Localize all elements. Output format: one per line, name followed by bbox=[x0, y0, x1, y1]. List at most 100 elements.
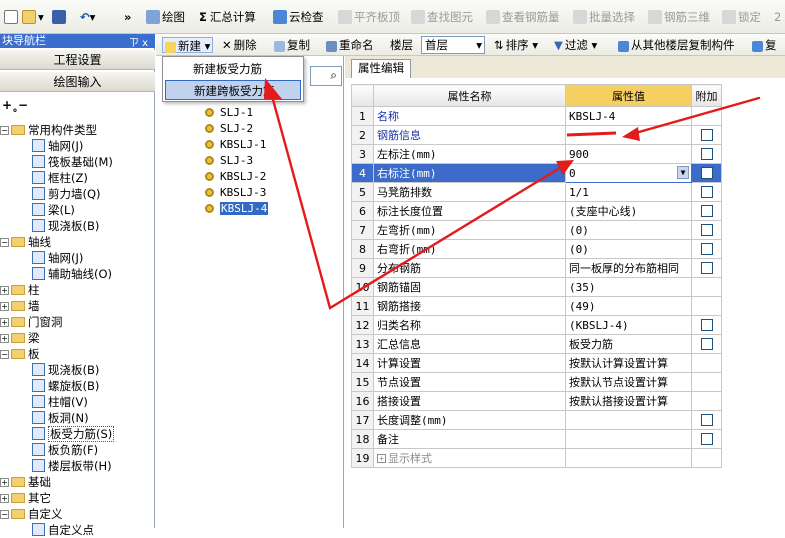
tree-item[interactable]: 现浇板(B) bbox=[32, 362, 99, 378]
property-row[interactable]: 10 钢筋锚固 (35) bbox=[351, 277, 722, 297]
draw-button[interactable]: 绘图 bbox=[146, 8, 185, 26]
copy-button[interactable]: 复制 bbox=[274, 37, 310, 53]
tree-folder[interactable]: + 其它 bbox=[0, 490, 51, 506]
menu-new-slab-rebar[interactable]: 新建板受力筋 bbox=[165, 59, 301, 79]
extra-checkbox[interactable] bbox=[700, 432, 713, 445]
view-rebar-button[interactable]: 查看钢筋量 bbox=[486, 8, 560, 26]
component-list-item[interactable]: SLJ-2 bbox=[205, 121, 253, 137]
expand-icon[interactable]: + bbox=[377, 454, 386, 463]
component-list-item[interactable]: KBSLJ-4 bbox=[205, 201, 269, 217]
tree-item[interactable]: 楼层板带(H) bbox=[32, 458, 112, 474]
property-value-cell[interactable]: 按默认计算设置计算 bbox=[565, 353, 692, 373]
extra-checkbox[interactable] bbox=[700, 337, 713, 350]
property-value-cell[interactable] bbox=[565, 429, 692, 449]
extra-checkbox[interactable] bbox=[700, 413, 713, 426]
extra-checkbox[interactable] bbox=[700, 223, 713, 236]
find-element-button[interactable]: 查找图元 bbox=[411, 8, 473, 26]
property-row[interactable]: 5 马凳筋排数 1/1 bbox=[351, 182, 722, 202]
tree-item[interactable]: 剪力墙(Q) bbox=[32, 186, 101, 202]
property-value-cell[interactable]: 按默认节点设置计算 bbox=[565, 372, 692, 392]
tree-folder[interactable]: + 柱 bbox=[0, 282, 40, 298]
tree-item[interactable]: 框柱(Z) bbox=[32, 170, 88, 186]
property-value-cell[interactable]: (49) bbox=[565, 296, 692, 316]
tree-item[interactable]: 板洞(N) bbox=[32, 410, 89, 426]
undo-icon[interactable]: ↶▾ bbox=[80, 8, 95, 26]
tree-item[interactable]: 梁(L) bbox=[32, 202, 75, 218]
tree-folder[interactable]: + 基础 bbox=[0, 474, 51, 490]
property-value-cell[interactable]: KBSLJ-4 bbox=[565, 106, 692, 126]
pin-icon[interactable]: ㄗ x bbox=[129, 34, 148, 49]
rebar-3d-button[interactable]: 钢筋三维 bbox=[648, 8, 710, 26]
tree-item[interactable]: 现浇板(B) bbox=[32, 218, 99, 234]
batch-select-button[interactable]: 批量选择 bbox=[573, 8, 635, 26]
copy-from-floor-button[interactable]: 从其他楼层复制构件 bbox=[618, 37, 735, 53]
component-list-item[interactable]: KBSLJ-1 bbox=[205, 137, 266, 153]
tree-item[interactable]: 轴网(J) bbox=[32, 250, 83, 266]
rename-button[interactable]: 重命名 bbox=[326, 37, 374, 53]
extra-checkbox[interactable] bbox=[700, 204, 713, 217]
property-row[interactable]: 18 备注 bbox=[351, 429, 722, 449]
component-list-item[interactable]: SLJ-3 bbox=[205, 153, 253, 169]
tree-folder[interactable]: − 自定义 bbox=[0, 506, 63, 522]
save-icon[interactable] bbox=[52, 8, 68, 26]
property-value-cell[interactable]: 0 ▼ bbox=[565, 163, 692, 183]
property-row[interactable]: 9 分布钢筋 同一板厚的分布筋相同 bbox=[351, 258, 722, 278]
sum-calc-button[interactable]: Σ 汇总计算 bbox=[199, 8, 256, 26]
component-list-item[interactable]: KBSLJ-2 bbox=[205, 169, 266, 185]
property-value-cell[interactable]: (0) bbox=[565, 239, 692, 259]
property-value-cell[interactable]: (35) bbox=[565, 277, 692, 297]
property-value-cell[interactable] bbox=[565, 448, 692, 468]
expand-icon[interactable]: + bbox=[0, 302, 9, 311]
property-row[interactable]: 17 长度调整(mm) bbox=[351, 410, 722, 430]
tree-folder[interactable]: + 墙 bbox=[0, 298, 40, 314]
property-row[interactable]: 12 归类名称 (KBSLJ-4) bbox=[351, 315, 722, 335]
extra-checkbox[interactable] bbox=[700, 128, 713, 141]
tree-folder[interactable]: − 轴线 bbox=[0, 234, 51, 250]
property-row[interactable]: 3 左标注(mm) 900 bbox=[351, 144, 722, 164]
property-value-cell[interactable]: 板受力筋 bbox=[565, 334, 692, 354]
property-row[interactable]: 11 钢筋搭接 (49) bbox=[351, 296, 722, 316]
collapse-icon[interactable]: − bbox=[0, 350, 9, 359]
property-value-cell[interactable]: (0) bbox=[565, 220, 692, 240]
filter-button[interactable]: ▼ 过滤 ▾ bbox=[554, 37, 597, 53]
extra-checkbox[interactable] bbox=[700, 318, 713, 331]
property-value-cell[interactable] bbox=[565, 410, 692, 430]
search-input[interactable]: ⌕ bbox=[310, 66, 342, 86]
project-settings-button[interactable]: 工程设置 bbox=[0, 50, 155, 70]
collapse-icon[interactable]: − bbox=[0, 510, 9, 519]
component-list-item[interactable]: KBSLJ-3 bbox=[205, 185, 266, 201]
extra-checkbox[interactable] bbox=[700, 185, 713, 198]
tree-item[interactable]: 柱帽(V) bbox=[32, 394, 88, 410]
new-file-icon[interactable] bbox=[4, 8, 20, 26]
expand-icon[interactable]: + bbox=[0, 318, 9, 327]
tree-item[interactable]: 螺旋板(B) bbox=[32, 378, 99, 394]
toolbar-overflow-chevron[interactable]: » bbox=[124, 8, 131, 26]
property-row[interactable]: 4 右标注(mm) 0 ▼ bbox=[351, 163, 722, 183]
extra-checkbox[interactable] bbox=[700, 147, 713, 160]
collapse-icon[interactable]: − bbox=[0, 126, 9, 135]
property-row[interactable]: 7 左弯折(mm) (0) bbox=[351, 220, 722, 240]
expand-icon[interactable]: + bbox=[0, 494, 9, 503]
property-value-cell[interactable]: 1/1 bbox=[565, 182, 692, 202]
flush-top-button[interactable]: 平齐板顶 bbox=[338, 8, 400, 26]
open-folder-icon[interactable]: ▾ bbox=[22, 8, 44, 26]
collapse-icon[interactable]: − bbox=[0, 238, 9, 247]
tree-folder[interactable]: + 梁 bbox=[0, 330, 40, 346]
property-value-cell[interactable]: 900 bbox=[565, 144, 692, 164]
property-value-cell[interactable] bbox=[565, 125, 692, 145]
property-row[interactable]: 16 搭接设置 按默认搭接设置计算 bbox=[351, 391, 722, 411]
delete-button[interactable]: ✕ 删除 bbox=[222, 37, 257, 53]
property-row[interactable]: 13 汇总信息 板受力筋 bbox=[351, 334, 722, 354]
component-list-item[interactable]: SLJ-1 bbox=[205, 105, 253, 121]
tree-item[interactable]: 板负筋(F) bbox=[32, 442, 98, 458]
tree-item[interactable]: 辅助轴线(O) bbox=[32, 266, 112, 282]
tree-folder[interactable]: − 板 bbox=[0, 346, 40, 362]
extra-checkbox[interactable] bbox=[700, 242, 713, 255]
property-row[interactable]: 1 名称 KBSLJ-4 bbox=[351, 106, 722, 126]
tree-item[interactable]: 自定义点 bbox=[32, 522, 94, 538]
property-row[interactable]: 14 计算设置 按默认计算设置计算 bbox=[351, 353, 722, 373]
lock-button[interactable]: 锁定 bbox=[722, 8, 761, 26]
extra-checkbox[interactable] bbox=[700, 261, 713, 274]
extra-checkbox[interactable] bbox=[700, 166, 713, 179]
tree-item[interactable]: 板受力筋(S) bbox=[32, 426, 115, 442]
